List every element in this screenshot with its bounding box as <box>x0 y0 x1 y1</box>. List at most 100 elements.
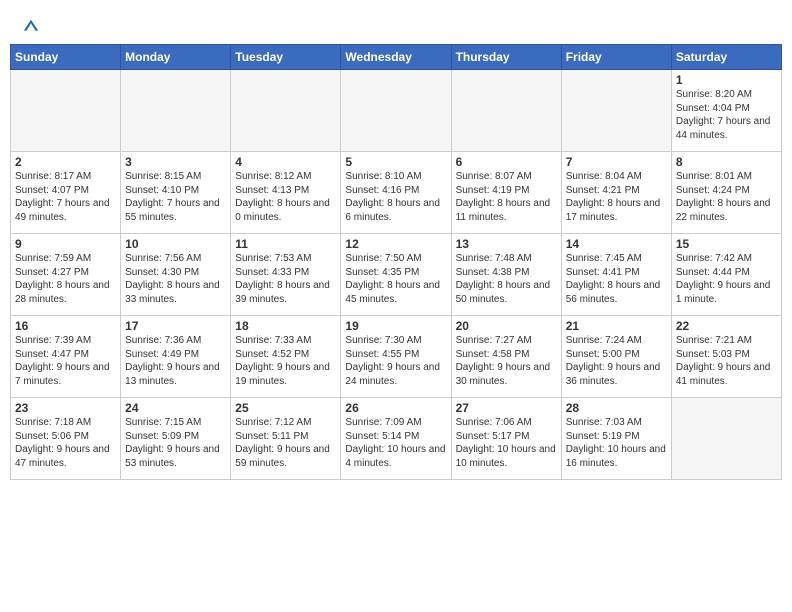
calendar-cell: 7Sunrise: 8:04 AMSunset: 4:21 PMDaylight… <box>561 152 671 234</box>
weekday-row: SundayMondayTuesdayWednesdayThursdayFrid… <box>11 45 782 70</box>
day-info: Sunrise: 7:33 AMSunset: 4:52 PMDaylight:… <box>235 334 336 388</box>
calendar-week-0: 1Sunrise: 8:20 AMSunset: 4:04 PMDaylight… <box>11 70 782 152</box>
day-info: Sunrise: 7:12 AMSunset: 5:11 PMDaylight:… <box>235 416 336 470</box>
calendar-cell: 25Sunrise: 7:12 AMSunset: 5:11 PMDayligh… <box>231 398 341 480</box>
calendar-cell: 26Sunrise: 7:09 AMSunset: 5:14 PMDayligh… <box>341 398 451 480</box>
weekday-header-monday: Monday <box>121 45 231 70</box>
day-info: Sunrise: 7:03 AMSunset: 5:19 PMDaylight:… <box>566 416 667 470</box>
calendar-body: 1Sunrise: 8:20 AMSunset: 4:04 PMDaylight… <box>11 70 782 480</box>
day-number: 27 <box>456 401 557 415</box>
weekday-header-wednesday: Wednesday <box>341 45 451 70</box>
day-number: 4 <box>235 155 336 169</box>
day-info: Sunrise: 7:42 AMSunset: 4:44 PMDaylight:… <box>676 252 777 306</box>
day-info: Sunrise: 7:59 AMSunset: 4:27 PMDaylight:… <box>15 252 116 306</box>
day-info: Sunrise: 8:20 AMSunset: 4:04 PMDaylight:… <box>676 88 777 142</box>
page-header <box>10 10 782 40</box>
logo <box>20 18 40 36</box>
calendar-cell: 27Sunrise: 7:06 AMSunset: 5:17 PMDayligh… <box>451 398 561 480</box>
calendar-table: SundayMondayTuesdayWednesdayThursdayFrid… <box>10 44 782 480</box>
day-info: Sunrise: 7:50 AMSunset: 4:35 PMDaylight:… <box>345 252 446 306</box>
calendar-cell: 28Sunrise: 7:03 AMSunset: 5:19 PMDayligh… <box>561 398 671 480</box>
weekday-header-thursday: Thursday <box>451 45 561 70</box>
day-number: 17 <box>125 319 226 333</box>
calendar-cell <box>341 70 451 152</box>
calendar-cell: 5Sunrise: 8:10 AMSunset: 4:16 PMDaylight… <box>341 152 451 234</box>
calendar-cell: 4Sunrise: 8:12 AMSunset: 4:13 PMDaylight… <box>231 152 341 234</box>
day-info: Sunrise: 7:18 AMSunset: 5:06 PMDaylight:… <box>15 416 116 470</box>
calendar-cell: 2Sunrise: 8:17 AMSunset: 4:07 PMDaylight… <box>11 152 121 234</box>
day-number: 1 <box>676 73 777 87</box>
calendar-cell <box>231 70 341 152</box>
weekday-header-sunday: Sunday <box>11 45 121 70</box>
day-info: Sunrise: 7:06 AMSunset: 5:17 PMDaylight:… <box>456 416 557 470</box>
day-info: Sunrise: 8:10 AMSunset: 4:16 PMDaylight:… <box>345 170 446 224</box>
day-number: 19 <box>345 319 446 333</box>
calendar-cell <box>121 70 231 152</box>
day-info: Sunrise: 7:24 AMSunset: 5:00 PMDaylight:… <box>566 334 667 388</box>
day-number: 20 <box>456 319 557 333</box>
weekday-header-saturday: Saturday <box>671 45 781 70</box>
day-number: 9 <box>15 237 116 251</box>
day-info: Sunrise: 7:39 AMSunset: 4:47 PMDaylight:… <box>15 334 116 388</box>
calendar-cell: 10Sunrise: 7:56 AMSunset: 4:30 PMDayligh… <box>121 234 231 316</box>
calendar-cell <box>671 398 781 480</box>
logo-icon <box>22 18 40 36</box>
calendar-cell <box>451 70 561 152</box>
day-number: 10 <box>125 237 226 251</box>
day-info: Sunrise: 7:45 AMSunset: 4:41 PMDaylight:… <box>566 252 667 306</box>
day-number: 2 <box>15 155 116 169</box>
day-number: 11 <box>235 237 336 251</box>
calendar-cell: 1Sunrise: 8:20 AMSunset: 4:04 PMDaylight… <box>671 70 781 152</box>
calendar-cell: 16Sunrise: 7:39 AMSunset: 4:47 PMDayligh… <box>11 316 121 398</box>
day-number: 16 <box>15 319 116 333</box>
day-info: Sunrise: 7:30 AMSunset: 4:55 PMDaylight:… <box>345 334 446 388</box>
day-info: Sunrise: 7:09 AMSunset: 5:14 PMDaylight:… <box>345 416 446 470</box>
calendar-cell: 9Sunrise: 7:59 AMSunset: 4:27 PMDaylight… <box>11 234 121 316</box>
day-info: Sunrise: 8:12 AMSunset: 4:13 PMDaylight:… <box>235 170 336 224</box>
calendar-cell <box>561 70 671 152</box>
day-info: Sunrise: 8:04 AMSunset: 4:21 PMDaylight:… <box>566 170 667 224</box>
day-number: 14 <box>566 237 667 251</box>
weekday-header-friday: Friday <box>561 45 671 70</box>
day-number: 23 <box>15 401 116 415</box>
weekday-header-tuesday: Tuesday <box>231 45 341 70</box>
calendar-cell: 18Sunrise: 7:33 AMSunset: 4:52 PMDayligh… <box>231 316 341 398</box>
calendar-cell: 6Sunrise: 8:07 AMSunset: 4:19 PMDaylight… <box>451 152 561 234</box>
day-info: Sunrise: 7:56 AMSunset: 4:30 PMDaylight:… <box>125 252 226 306</box>
day-info: Sunrise: 7:48 AMSunset: 4:38 PMDaylight:… <box>456 252 557 306</box>
day-info: Sunrise: 8:15 AMSunset: 4:10 PMDaylight:… <box>125 170 226 224</box>
calendar-cell: 19Sunrise: 7:30 AMSunset: 4:55 PMDayligh… <box>341 316 451 398</box>
day-number: 8 <box>676 155 777 169</box>
calendar-cell: 3Sunrise: 8:15 AMSunset: 4:10 PMDaylight… <box>121 152 231 234</box>
calendar-cell: 12Sunrise: 7:50 AMSunset: 4:35 PMDayligh… <box>341 234 451 316</box>
calendar-cell: 23Sunrise: 7:18 AMSunset: 5:06 PMDayligh… <box>11 398 121 480</box>
calendar-cell: 20Sunrise: 7:27 AMSunset: 4:58 PMDayligh… <box>451 316 561 398</box>
calendar-cell: 13Sunrise: 7:48 AMSunset: 4:38 PMDayligh… <box>451 234 561 316</box>
calendar-cell: 11Sunrise: 7:53 AMSunset: 4:33 PMDayligh… <box>231 234 341 316</box>
day-info: Sunrise: 8:01 AMSunset: 4:24 PMDaylight:… <box>676 170 777 224</box>
day-info: Sunrise: 8:07 AMSunset: 4:19 PMDaylight:… <box>456 170 557 224</box>
calendar-cell: 17Sunrise: 7:36 AMSunset: 4:49 PMDayligh… <box>121 316 231 398</box>
day-info: Sunrise: 7:27 AMSunset: 4:58 PMDaylight:… <box>456 334 557 388</box>
calendar-cell: 24Sunrise: 7:15 AMSunset: 5:09 PMDayligh… <box>121 398 231 480</box>
day-number: 24 <box>125 401 226 415</box>
calendar-cell: 21Sunrise: 7:24 AMSunset: 5:00 PMDayligh… <box>561 316 671 398</box>
calendar-week-3: 16Sunrise: 7:39 AMSunset: 4:47 PMDayligh… <box>11 316 782 398</box>
calendar-cell: 14Sunrise: 7:45 AMSunset: 4:41 PMDayligh… <box>561 234 671 316</box>
calendar-header: SundayMondayTuesdayWednesdayThursdayFrid… <box>11 45 782 70</box>
day-number: 13 <box>456 237 557 251</box>
day-info: Sunrise: 7:36 AMSunset: 4:49 PMDaylight:… <box>125 334 226 388</box>
day-number: 5 <box>345 155 446 169</box>
day-number: 21 <box>566 319 667 333</box>
calendar-week-1: 2Sunrise: 8:17 AMSunset: 4:07 PMDaylight… <box>11 152 782 234</box>
calendar-cell: 15Sunrise: 7:42 AMSunset: 4:44 PMDayligh… <box>671 234 781 316</box>
calendar-cell: 22Sunrise: 7:21 AMSunset: 5:03 PMDayligh… <box>671 316 781 398</box>
day-number: 15 <box>676 237 777 251</box>
calendar-week-4: 23Sunrise: 7:18 AMSunset: 5:06 PMDayligh… <box>11 398 782 480</box>
day-info: Sunrise: 8:17 AMSunset: 4:07 PMDaylight:… <box>15 170 116 224</box>
day-number: 6 <box>456 155 557 169</box>
day-number: 28 <box>566 401 667 415</box>
day-number: 18 <box>235 319 336 333</box>
day-number: 3 <box>125 155 226 169</box>
day-number: 22 <box>676 319 777 333</box>
